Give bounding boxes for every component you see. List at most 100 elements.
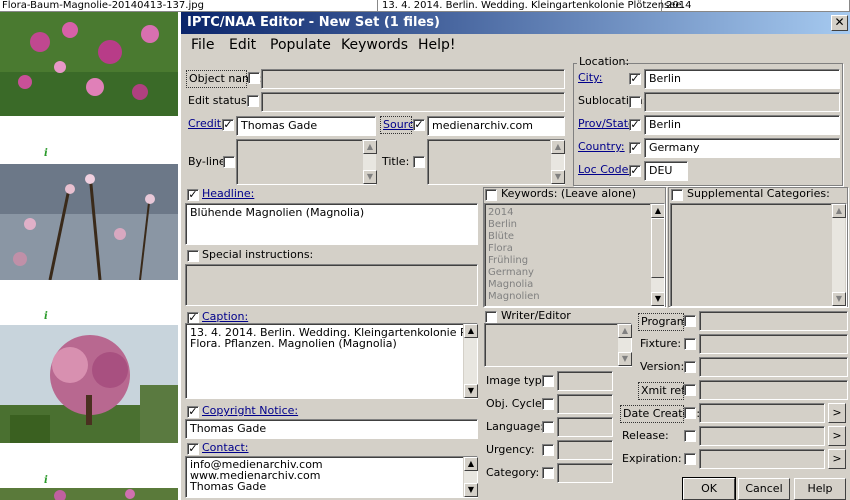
info-icon[interactable]: i	[44, 475, 50, 486]
special-instructions-checkbox[interactable]	[187, 250, 199, 262]
xmit-ref-field[interactable]	[699, 380, 848, 400]
release-picker-button[interactable]: >	[828, 426, 846, 446]
expiration-picker-button[interactable]: >	[828, 449, 846, 469]
urgency-field[interactable]	[557, 440, 613, 460]
version-checkbox[interactable]	[684, 361, 696, 373]
scroll-down-icon[interactable]: ▼	[464, 384, 478, 398]
writer-scrollbar[interactable]: ▲ ▼	[617, 324, 632, 366]
dialog-title-bar[interactable]: IPTC/NAA Editor - New Set (1 files) ✕	[181, 12, 850, 34]
keyword-item[interactable]: Frühling	[488, 255, 540, 267]
filename-cell[interactable]: Flora-Baum-Magnolie-20140413-137.jpg	[0, 0, 378, 11]
ok-button[interactable]: OK	[682, 477, 736, 500]
headline-checkbox[interactable]: ✓	[187, 189, 199, 201]
sublocation-field[interactable]	[644, 92, 840, 112]
scroll-up-icon[interactable]: ▲	[551, 140, 565, 154]
contact-checkbox[interactable]: ✓	[187, 443, 199, 455]
scroll-up-icon[interactable]: ▲	[651, 204, 664, 218]
keyword-item[interactable]: Blüte	[488, 231, 540, 243]
object-name-checkbox[interactable]	[248, 72, 260, 84]
country-field[interactable]: Germany	[644, 138, 840, 158]
keyword-item[interactable]: Magnolien	[488, 291, 540, 303]
scroll-up-icon[interactable]: ▲	[464, 457, 478, 471]
keywords-scrollbar[interactable]: ▲ ▼	[650, 204, 664, 306]
fixture-field[interactable]	[699, 334, 848, 354]
scroll-down-icon[interactable]: ▼	[651, 292, 664, 306]
thumbnail-1[interactable]	[0, 12, 178, 116]
date-created-picker-button[interactable]: >	[828, 403, 846, 423]
contact-scrollbar[interactable]: ▲ ▼	[463, 457, 478, 497]
caption-field[interactable]: 13. 4. 2014. Berlin. Wedding. Kleingarte…	[185, 323, 478, 399]
scroll-down-icon[interactable]: ▼	[363, 170, 377, 184]
expiration-field[interactable]	[699, 449, 825, 469]
close-icon[interactable]: ✕	[831, 15, 848, 31]
byline-scrollbar[interactable]: ▲ ▼	[362, 140, 377, 184]
supplemental-scrollbar[interactable]: ▲ ▼	[831, 204, 846, 306]
category-field[interactable]	[557, 463, 613, 483]
version-field[interactable]	[699, 357, 848, 377]
scroll-up-icon[interactable]: ▲	[363, 140, 377, 154]
credit-checkbox[interactable]: ✓	[222, 119, 234, 131]
writer-checkbox[interactable]	[485, 311, 497, 323]
program-checkbox[interactable]	[684, 315, 696, 327]
menu-help[interactable]: Help!	[418, 34, 456, 56]
release-checkbox[interactable]	[684, 430, 696, 442]
xmit-ref-checkbox[interactable]	[684, 384, 696, 396]
title-field[interactable]	[427, 139, 565, 185]
copyright-field[interactable]: Thomas Gade	[185, 419, 478, 439]
keywords-checkbox[interactable]	[485, 189, 497, 201]
credit-field[interactable]: Thomas Gade	[236, 116, 376, 136]
prov-state-field[interactable]: Berlin	[644, 115, 840, 135]
supplemental-checkbox[interactable]	[671, 189, 683, 201]
scroll-up-icon[interactable]: ▲	[618, 324, 632, 338]
image-type-checkbox[interactable]	[542, 375, 554, 387]
title-scrollbar[interactable]: ▲ ▼	[550, 140, 565, 184]
thumbnail-2[interactable]	[0, 164, 178, 280]
menu-populate[interactable]: Populate	[270, 34, 331, 56]
menu-keywords[interactable]: Keywords	[341, 34, 408, 56]
scroll-down-icon[interactable]: ▼	[464, 483, 478, 497]
urgency-checkbox[interactable]	[542, 444, 554, 456]
release-field[interactable]	[699, 426, 825, 446]
thumbnail-4[interactable]	[0, 488, 178, 500]
city-field[interactable]: Berlin	[644, 69, 840, 89]
headline-field[interactable]: Blühende Magnolien (Magnolia)	[185, 203, 478, 245]
sublocation-checkbox[interactable]	[629, 96, 641, 108]
cancel-button[interactable]: Cancel	[738, 478, 790, 500]
keyword-item[interactable]: 2014	[488, 207, 540, 219]
keyword-item[interactable]: Germany	[488, 267, 540, 279]
menu-edit[interactable]: Edit	[229, 34, 256, 56]
byline-field[interactable]	[236, 139, 376, 185]
scroll-thumb[interactable]	[651, 218, 664, 278]
info-icon[interactable]: i	[44, 311, 50, 322]
obj-cycle-checkbox[interactable]	[542, 398, 554, 410]
category-checkbox[interactable]	[542, 467, 554, 479]
caption-scrollbar[interactable]: ▲ ▼	[463, 324, 478, 398]
caption-cell[interactable]: 13. 4. 2014. Berlin. Wedding. Kleingarte…	[380, 0, 685, 11]
program-field[interactable]	[699, 311, 848, 331]
obj-cycle-field[interactable]	[557, 394, 613, 414]
date-created-checkbox[interactable]	[684, 407, 696, 419]
help-button[interactable]: Help	[794, 478, 846, 500]
info-icon[interactable]: i	[44, 148, 50, 159]
source-checkbox[interactable]: ✓	[413, 119, 425, 131]
contact-field[interactable]: info@medienarchiv.com www.medienarchiv.c…	[185, 456, 478, 498]
country-checkbox[interactable]: ✓	[629, 142, 641, 154]
special-instructions-field[interactable]	[185, 264, 478, 306]
scroll-down-icon[interactable]: ▼	[618, 352, 632, 366]
writer-field[interactable]	[484, 323, 632, 367]
keywords-list[interactable]: 2014 Berlin Blüte Flora Frühling Germany…	[484, 203, 665, 307]
language-checkbox[interactable]	[542, 421, 554, 433]
scroll-up-icon[interactable]: ▲	[464, 324, 478, 338]
title-checkbox[interactable]	[413, 156, 425, 168]
image-type-field[interactable]	[557, 371, 613, 391]
loc-code-field[interactable]: DEU	[644, 161, 688, 181]
year-cell[interactable]: 2014	[664, 0, 850, 11]
loc-code-checkbox[interactable]: ✓	[629, 165, 641, 177]
keyword-item[interactable]: Berlin	[488, 219, 540, 231]
copyright-checkbox[interactable]: ✓	[187, 406, 199, 418]
object-name-field[interactable]	[261, 69, 565, 89]
source-field[interactable]: medienarchiv.com	[427, 116, 565, 136]
supplemental-list[interactable]	[670, 203, 847, 307]
city-checkbox[interactable]: ✓	[629, 73, 641, 85]
edit-status-checkbox[interactable]	[247, 95, 259, 107]
